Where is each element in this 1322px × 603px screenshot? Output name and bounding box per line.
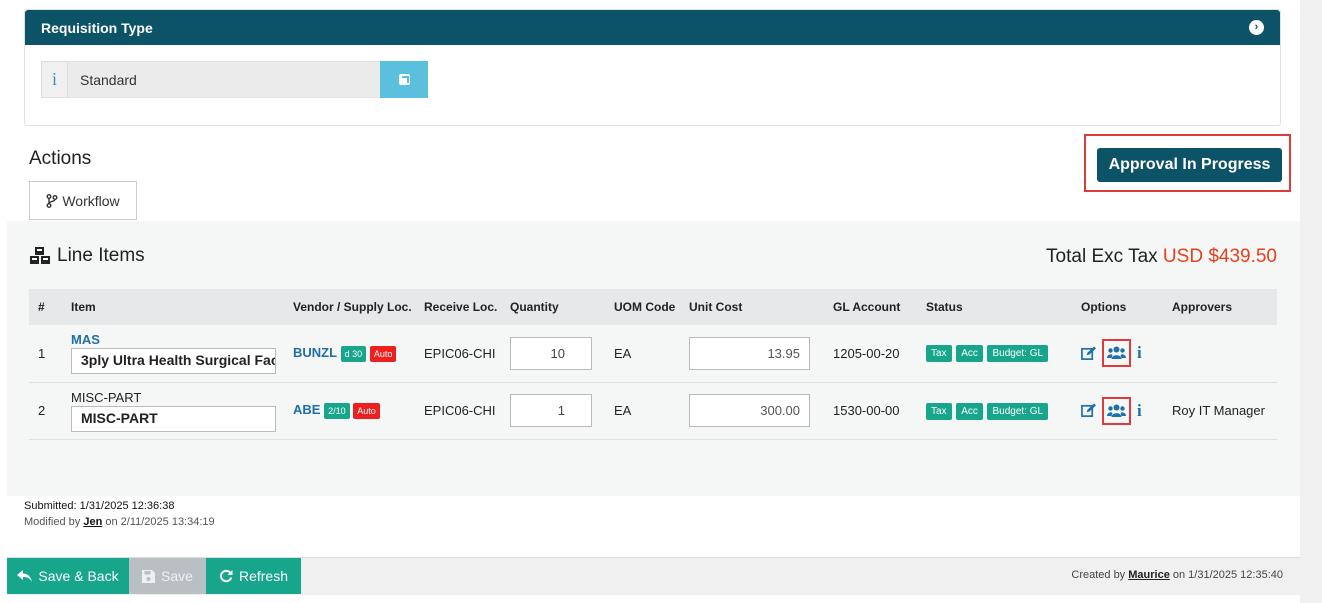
actions-title: Actions	[29, 148, 92, 169]
col-header-vendor[interactable]: Vendor / Supply Loc.	[293, 289, 424, 325]
requisition-type-header[interactable]: Requisition Type ›	[25, 10, 1280, 45]
scroll-gutter	[1300, 0, 1322, 603]
line-items-heading: Line Items	[29, 245, 145, 267]
created-prefix: Created by	[1071, 569, 1126, 581]
unit-cost-input[interactable]: 13.95	[689, 336, 810, 370]
item-code-link[interactable]: MAS	[71, 332, 293, 347]
col-header-quantity[interactable]: Quantity	[510, 289, 614, 325]
edit-icon[interactable]	[1081, 403, 1096, 418]
save-button[interactable]: Save	[129, 558, 206, 594]
auto-badge: Auto	[353, 402, 380, 419]
cubes-icon	[30, 247, 50, 264]
status-acc-badge: Acc	[956, 345, 983, 363]
save-label: Save	[161, 568, 193, 584]
status-acc-badge: Acc	[956, 402, 983, 420]
users-icon	[1107, 404, 1126, 417]
code-branch-icon	[46, 193, 58, 208]
chevron-right-icon[interactable]: ›	[1249, 20, 1264, 35]
reply-icon	[17, 569, 33, 582]
uom-code: EA	[614, 403, 632, 418]
info-icon: i	[41, 61, 68, 98]
modified-info: Modified by Jen on 2/11/2025 13:34:19	[24, 516, 215, 528]
total-label: Total Exc Tax	[1046, 246, 1158, 267]
col-header-num: #	[38, 300, 45, 314]
modified-prefix: Modified by	[24, 516, 81, 528]
col-header-receive[interactable]: Receive Loc.	[424, 289, 510, 325]
approvers-value: Roy IT Manager	[1172, 403, 1265, 418]
info-icon[interactable]: i	[1137, 343, 1142, 363]
total-exc-tax: Total Exc Tax USD $439.50	[1046, 246, 1277, 268]
created-suffix: on 1/31/2025 12:35:40	[1172, 569, 1283, 581]
workflow-button[interactable]: Workflow	[29, 181, 137, 220]
edit-icon[interactable]	[1081, 346, 1096, 361]
status-tax-badge: Tax	[926, 345, 952, 363]
item-code-link[interactable]: MISC-PART	[71, 390, 293, 405]
refresh-label: Refresh	[238, 568, 289, 584]
gl-account: 1530-00-00	[833, 403, 900, 418]
row-number: 1	[38, 345, 46, 361]
receive-location: EPIC06-CHI	[424, 345, 496, 361]
col-header-item[interactable]: Item	[71, 289, 293, 325]
approvers-button[interactable]	[1102, 396, 1131, 425]
approval-in-progress-button[interactable]: Approval In Progress	[1097, 148, 1282, 182]
refresh-icon	[220, 569, 233, 583]
item-description-field[interactable]: 3ply Ultra Health Surgical Fac	[71, 348, 276, 375]
unit-cost-input[interactable]: 300.00	[689, 394, 810, 427]
requisition-type-value[interactable]: Standard	[68, 61, 380, 98]
payment-terms-badge: 2/10	[324, 402, 350, 419]
modified-suffix: on 2/11/2025 13:34:19	[105, 516, 215, 528]
modified-user-link[interactable]: Jen	[83, 516, 102, 528]
info-icon[interactable]: i	[1137, 401, 1142, 421]
table-row: 1 MAS 3ply Ultra Health Surgical Fac BUN…	[29, 325, 1277, 382]
col-header-unit-cost[interactable]: Unit Cost	[689, 289, 833, 325]
requisition-type-title: Requisition Type	[41, 19, 153, 36]
table-row: 2 MISC-PART MISC-PART ABE 2/10 Auto EPIC…	[29, 382, 1277, 439]
status-budget-badge: Budget: GL	[987, 345, 1049, 363]
approvers-value	[1172, 325, 1277, 382]
vendor-link[interactable]: BUNZL	[293, 345, 337, 360]
payment-terms-badge: d 30	[340, 345, 367, 362]
uom-code: EA	[614, 345, 632, 361]
floppy-disk-icon	[142, 569, 156, 583]
requisition-type-field: i Standard	[41, 61, 428, 98]
refresh-button[interactable]: Refresh	[206, 558, 301, 594]
table-header-row: # Item Vendor / Supply Loc. Receive Loc.…	[29, 289, 1277, 325]
created-info: Created by Maurice on 1/31/2025 12:35:40	[1071, 569, 1283, 581]
row-number: 2	[38, 403, 46, 418]
status-budget-badge: Budget: GL	[987, 402, 1049, 420]
line-items-table: # Item Vendor / Supply Loc. Receive Loc.…	[29, 289, 1277, 440]
col-header-gl-account[interactable]: GL Account	[833, 289, 926, 325]
col-header-approvers[interactable]: Approvers	[1172, 289, 1277, 325]
approvers-button[interactable]	[1102, 339, 1131, 368]
external-link-icon	[398, 74, 410, 85]
save-and-back-button[interactable]: Save & Back	[7, 558, 129, 594]
col-header-options: Options	[1081, 300, 1127, 314]
vendor-link[interactable]: ABE	[293, 402, 320, 417]
users-icon	[1107, 346, 1126, 360]
item-description-field[interactable]: MISC-PART	[71, 405, 276, 432]
quantity-input[interactable]: 10	[510, 336, 592, 370]
requisition-type-panel: Requisition Type › i Standard	[24, 9, 1281, 126]
line-items-title: Line Items	[57, 245, 145, 266]
col-header-uom[interactable]: UOM Code	[614, 289, 689, 325]
submitted-info: Submitted: 1/31/2025 12:36:38	[24, 500, 175, 512]
receive-location: EPIC06-CHI	[424, 403, 496, 418]
col-header-status[interactable]: Status	[926, 289, 1081, 325]
save-and-back-label: Save & Back	[38, 568, 119, 584]
workflow-label: Workflow	[62, 192, 120, 209]
auto-badge: Auto	[369, 345, 397, 362]
status-tax-badge: Tax	[926, 402, 952, 420]
total-amount: USD $439.50	[1162, 246, 1277, 267]
created-user-link[interactable]: Maurice	[1128, 569, 1170, 581]
requisition-type-open-button[interactable]	[380, 61, 428, 98]
quantity-input[interactable]: 1	[510, 394, 592, 427]
gl-account: 1205-00-20	[833, 345, 900, 361]
